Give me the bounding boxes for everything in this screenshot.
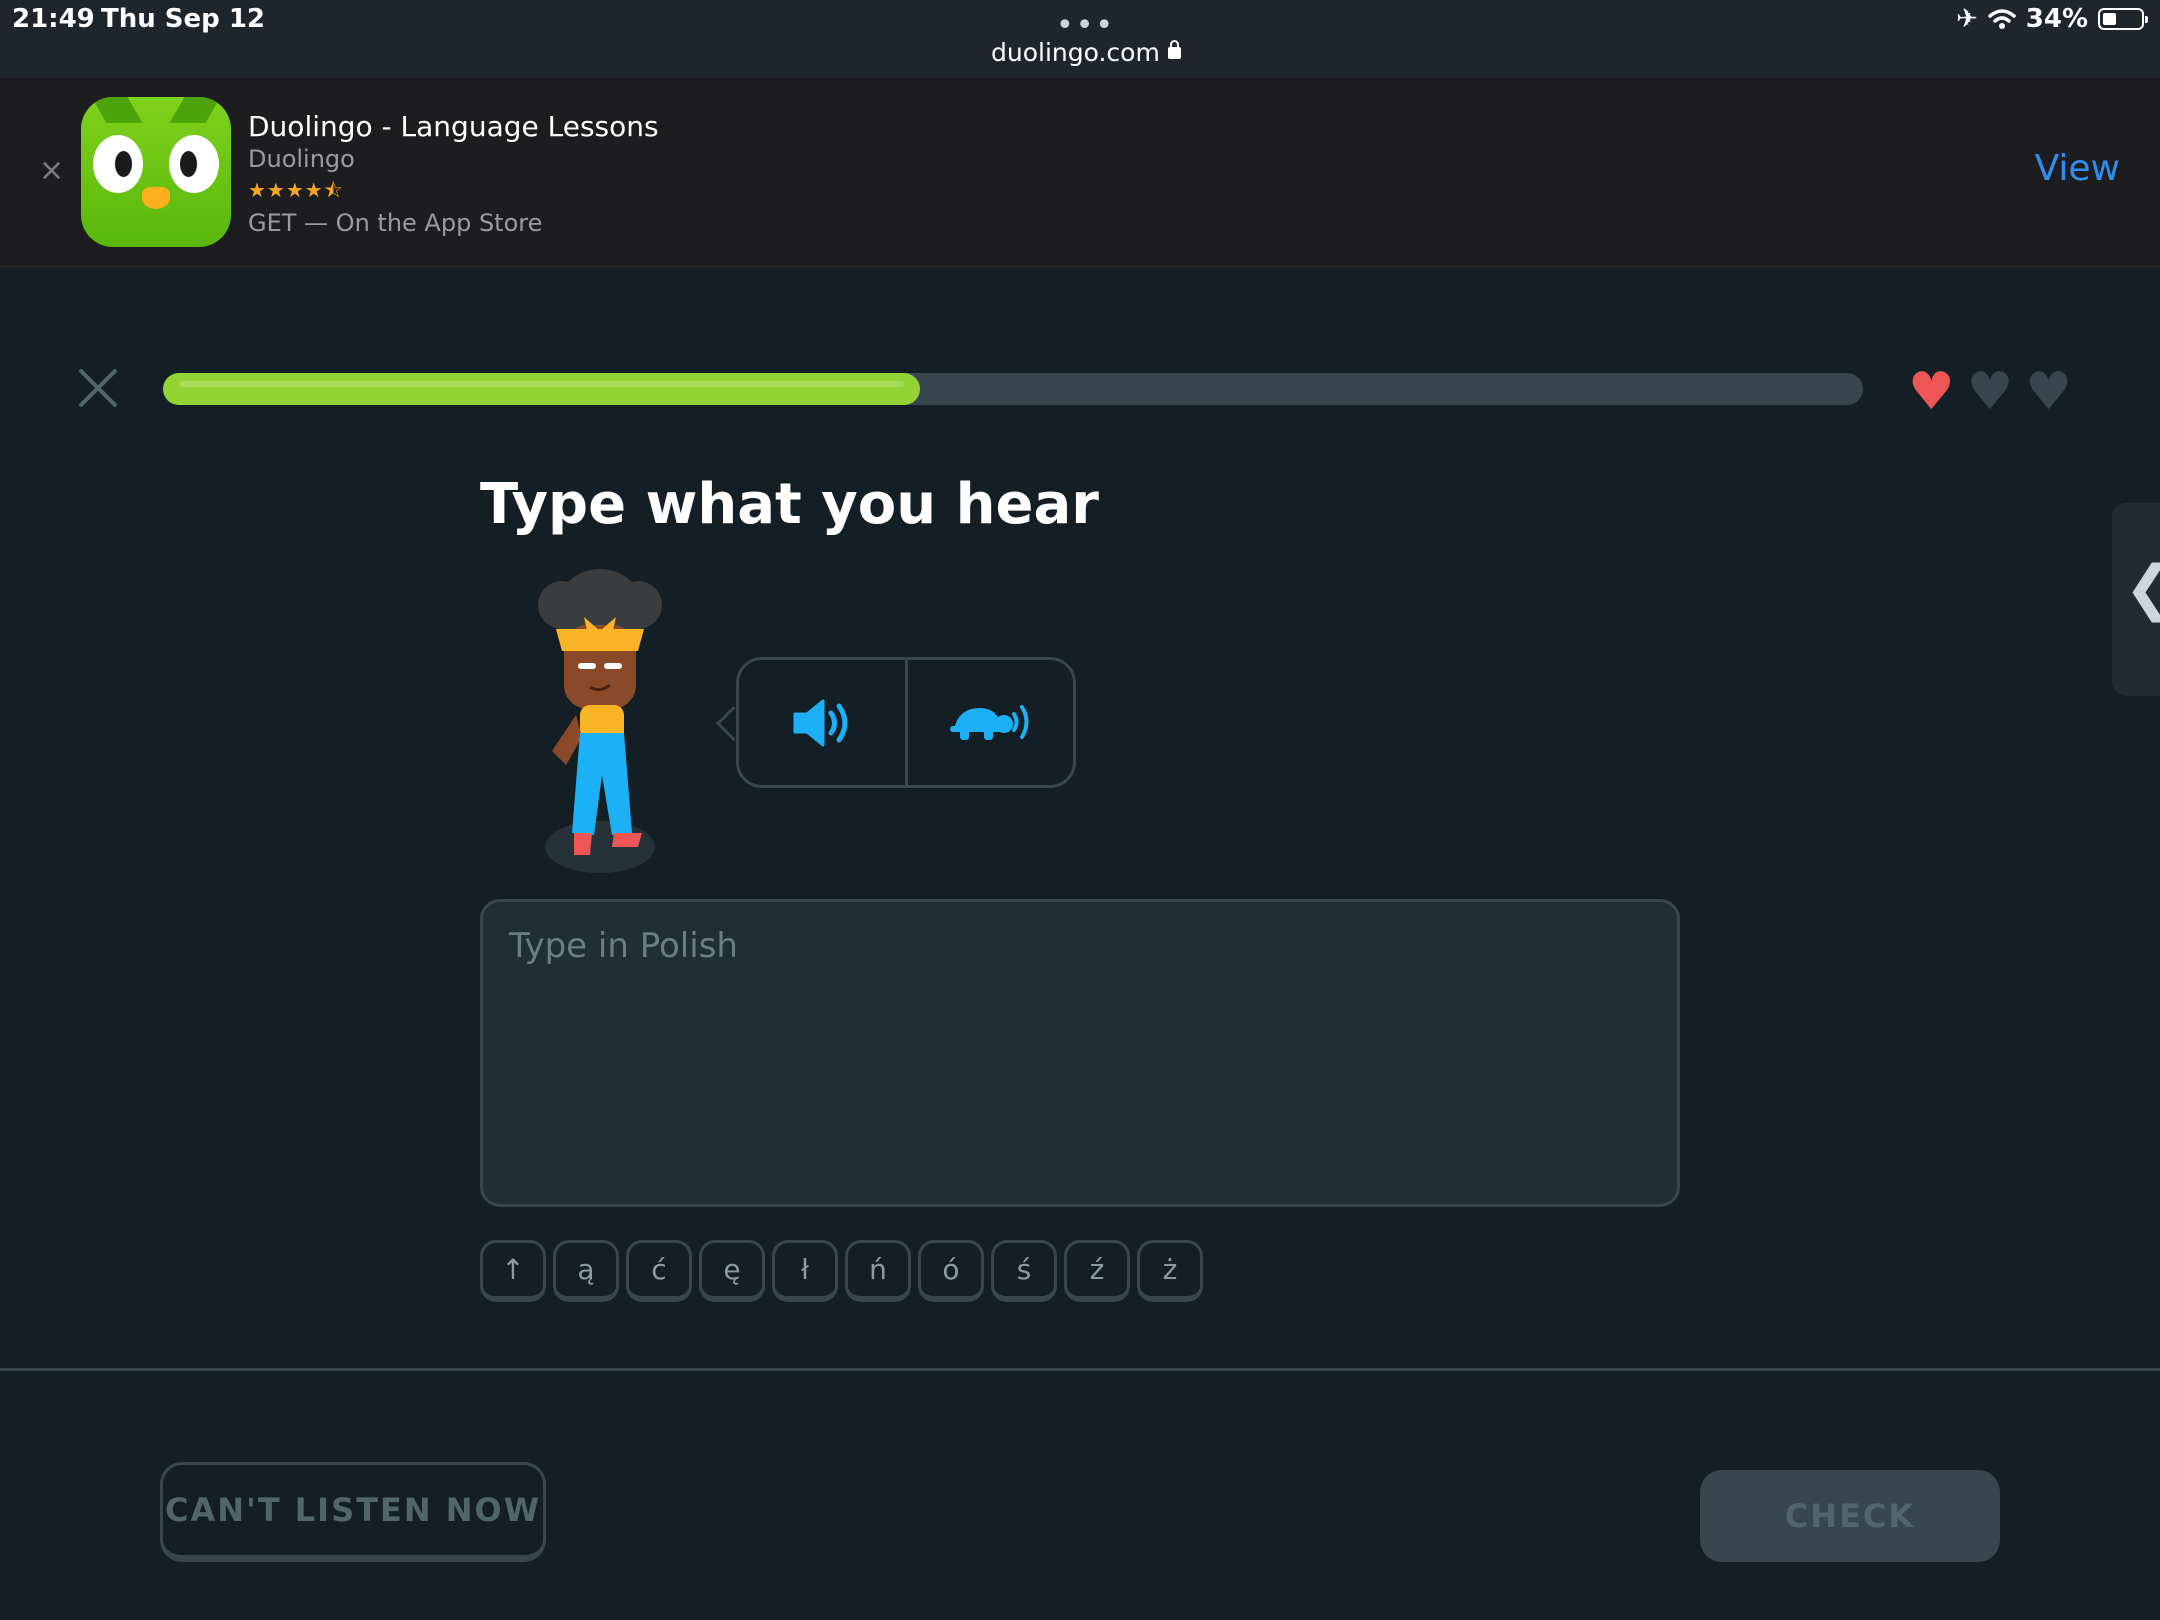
cant-listen-now-button[interactable]: CAN'T LISTEN NOW xyxy=(160,1462,546,1562)
special-char-key[interactable]: ś xyxy=(991,1240,1057,1302)
view-app-button[interactable]: View xyxy=(2035,148,2120,189)
hearts-indicator: ♥ ♥ ♥ xyxy=(1908,366,2072,418)
prompt-title: Type what you hear xyxy=(480,472,1099,537)
answer-input[interactable] xyxy=(480,899,1680,1207)
wifi-icon xyxy=(1988,9,2016,29)
heart-icon: ♥ xyxy=(1966,362,2014,422)
status-date: Thu Sep 12 xyxy=(101,4,266,34)
footer-divider xyxy=(0,1368,2160,1371)
status-bar: 21:49 Thu Sep 12 ••• duolingo.com ✈ 34% xyxy=(0,0,2160,78)
special-char-key[interactable]: ą xyxy=(553,1240,619,1302)
battery-icon xyxy=(2098,8,2148,30)
special-char-key[interactable]: ż xyxy=(1137,1240,1203,1302)
side-panel-tab[interactable]: ❮ xyxy=(2112,503,2160,696)
app-store-get-text: GET — On the App Store xyxy=(248,209,543,237)
chevron-left-icon: ❮ xyxy=(2124,553,2160,623)
special-char-key[interactable]: ć xyxy=(626,1240,692,1302)
special-char-key[interactable]: ń xyxy=(845,1240,911,1302)
special-char-key[interactable]: ó xyxy=(918,1240,984,1302)
progress-fill xyxy=(163,373,920,405)
check-button[interactable]: CHECK xyxy=(1700,1470,2000,1562)
speaker-icon xyxy=(793,699,848,746)
play-slow-audio-button[interactable] xyxy=(904,660,1074,785)
close-lesson-icon[interactable] xyxy=(78,368,118,408)
character-illustration xyxy=(538,569,662,873)
lesson-progress-bar xyxy=(163,373,1863,405)
status-time: 21:49 xyxy=(12,4,95,34)
url-display[interactable]: duolingo.com xyxy=(991,38,1181,67)
app-developer: Duolingo xyxy=(248,145,355,173)
rating-stars: ★★★★⯪ xyxy=(248,178,344,202)
special-char-key[interactable]: ź xyxy=(1064,1240,1130,1302)
banner-close-icon[interactable]: × xyxy=(39,156,64,186)
heart-icon: ♥ xyxy=(2025,362,2072,422)
lock-icon xyxy=(1167,40,1181,59)
status-indicators: ✈ 34% xyxy=(1955,4,2148,34)
battery-percent: 34% xyxy=(2025,4,2088,34)
app-store-banner: × Duolingo - Language Lessons Duolingo ★… xyxy=(0,78,2160,267)
turtle-slow-icon xyxy=(950,704,1029,740)
airplane-icon: ✈ xyxy=(1955,4,1978,34)
special-char-key[interactable]: ę xyxy=(699,1240,765,1302)
duolingo-app-icon[interactable] xyxy=(81,97,231,247)
special-char-key[interactable]: ł xyxy=(772,1240,838,1302)
heart-icon: ♥ xyxy=(1908,362,1955,422)
url-text: duolingo.com xyxy=(991,38,1160,67)
play-audio-button[interactable] xyxy=(739,660,905,785)
app-name: Duolingo - Language Lessons xyxy=(248,110,659,143)
audio-buttons xyxy=(736,657,1076,788)
shift-key-button[interactable]: ↑ xyxy=(480,1240,546,1302)
special-character-keys: ↑ ą ć ę ł ń ó ś ź ż xyxy=(480,1240,1203,1302)
